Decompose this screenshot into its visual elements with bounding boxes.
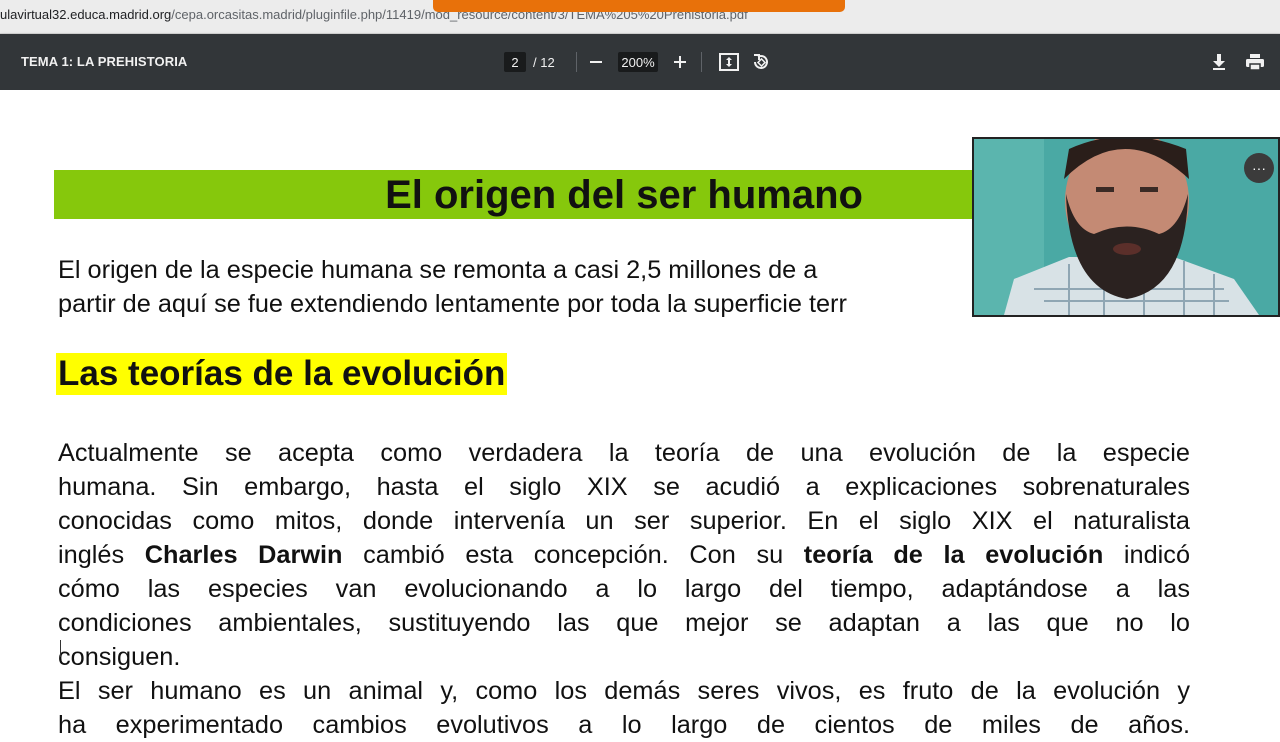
text-run: indicó: [1103, 541, 1190, 569]
paragraph-line: condiciones ambientales, sustituyendo la…: [58, 609, 1190, 637]
paragraph-line: humana. Sin embargo, hasta el siglo XIX …: [58, 473, 1190, 501]
paragraph-line: consiguen.: [58, 643, 181, 671]
print-icon: [1246, 54, 1264, 71]
download-icon: [1213, 54, 1225, 70]
text-run: cambió esta concepción. Con su: [342, 541, 804, 569]
zoom-level-input[interactable]: [618, 52, 658, 72]
print-button[interactable]: [1241, 48, 1269, 76]
paragraph-line: Actualmente se acepta como verdadera la …: [58, 439, 1190, 467]
zoom-out-button[interactable]: [582, 48, 610, 76]
paragraph-line: inglés Charles Darwin cambió esta concep…: [58, 538, 1190, 572]
minus-icon: [590, 61, 602, 63]
download-button[interactable]: [1205, 48, 1233, 76]
screen-share-banner[interactable]: [433, 0, 845, 12]
paragraph-line: conocidas como mitos, donde intervenía u…: [58, 507, 1190, 535]
text-cursor: [60, 640, 61, 657]
more-options-icon: ···: [1252, 160, 1266, 176]
plus-icon: [674, 56, 686, 68]
section-heading: Las teorías de la evolución: [56, 353, 508, 395]
toolbar-divider: [576, 52, 577, 72]
evolution-paragraph: Actualmente se acepta como verdadera la …: [58, 436, 1190, 742]
bold-darwin: Charles Darwin: [144, 541, 343, 569]
fit-page-button[interactable]: [715, 48, 743, 76]
rotate-button[interactable]: [747, 48, 775, 76]
pdf-toolbar: TEMA 1: LA PREHISTORIA / 12: [0, 34, 1280, 90]
paragraph-line: ha experimentado cambios evolutivos a lo…: [58, 711, 1190, 739]
webcam-overlay[interactable]: ···: [972, 137, 1280, 317]
more-options-button[interactable]: ···: [1244, 153, 1274, 183]
toolbar-divider: [701, 52, 702, 72]
page-number-input[interactable]: [504, 52, 526, 72]
fit-page-icon: [719, 53, 739, 71]
paragraph-line: cómo las especies van evolucionando a lo…: [58, 575, 1190, 603]
presenter-video: [974, 139, 1278, 315]
text-run: inglés: [58, 541, 145, 569]
zoom-in-button[interactable]: [666, 48, 694, 76]
bold-theory: teoría de la evolución: [803, 541, 1104, 569]
url-host: ulavirtual32.educa.madrid.org: [0, 7, 172, 22]
rotate-icon: [754, 54, 768, 69]
paragraph-line: El ser humano es un animal y, como los d…: [58, 677, 1190, 705]
page-total: / 12: [533, 55, 555, 70]
document-title: TEMA 1: LA PREHISTORIA: [21, 54, 188, 69]
